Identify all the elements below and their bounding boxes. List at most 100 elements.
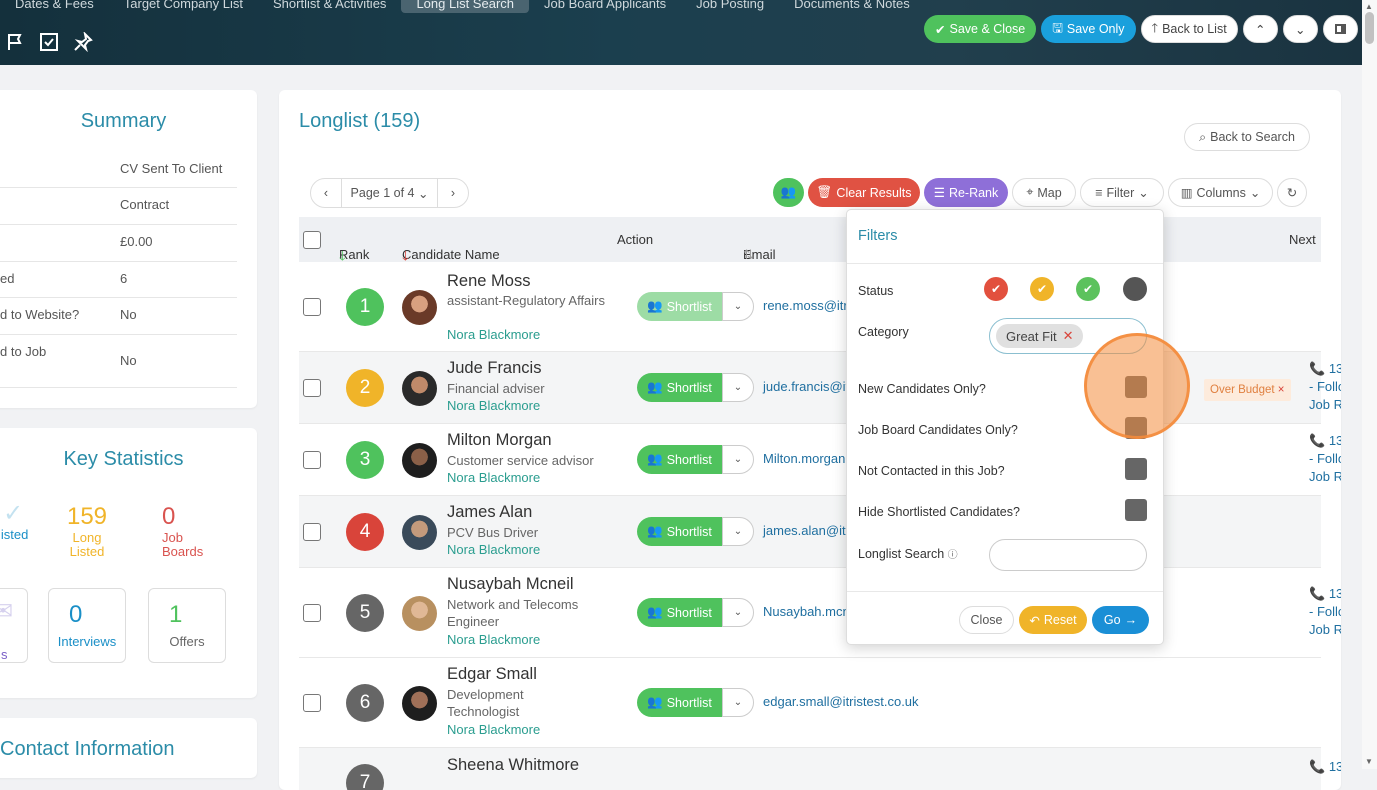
candidate-owner[interactable]: Nora Blackmore (447, 542, 540, 557)
tab-job-posting[interactable]: Job Posting (681, 0, 779, 13)
clear-results-button[interactable]: 🗑 Clear Results (808, 178, 920, 207)
longlist-search-input[interactable] (989, 539, 1147, 571)
scroll-thumb[interactable] (1365, 12, 1374, 44)
shortlist-dropdown[interactable]: ⌄ (722, 517, 754, 546)
shortlist-button[interactable]: 👥 Shortlist (637, 373, 722, 402)
select-all-checkbox[interactable] (303, 231, 321, 249)
save-close-button[interactable]: ✔ Save & Close (924, 15, 1037, 43)
table-row[interactable]: 1 Rene Moss assistant-Regulatory Affairs… (299, 262, 1321, 352)
remove-tag-icon[interactable]: × (1278, 384, 1285, 396)
scroll-down-arrow[interactable]: ▼ (1365, 757, 1373, 766)
back-to-list-button[interactable]: 🡑 Back to List (1140, 15, 1238, 43)
status-green-toggle[interactable]: ✔ (1076, 277, 1100, 301)
shortlist-button[interactable]: 👥 Shortlist (637, 517, 722, 546)
shortlist-dropdown[interactable]: ⌄ (722, 373, 754, 402)
shortlist-button[interactable]: 👥 Shortlist (637, 292, 722, 321)
shortlist-button[interactable]: 👥 Shortlist (637, 598, 722, 627)
save-only-button[interactable]: 🖫 Save Only (1041, 15, 1136, 43)
tab-dates-fees[interactable]: Dates & Fees (0, 0, 109, 13)
summary-value: No (120, 353, 137, 368)
stat-box-partial[interactable]: ✉ s (0, 588, 28, 663)
back-to-search-button[interactable]: ⌕ Back to Search (1184, 123, 1310, 151)
flag-icon[interactable] (4, 31, 26, 53)
users-icon: 👥 (647, 452, 663, 466)
shortlist-dropdown[interactable]: ⌄ (722, 292, 754, 321)
tab-documents-notes[interactable]: Documents & Notes (779, 0, 925, 13)
candidate-owner[interactable]: Nora Blackmore (447, 327, 540, 342)
tab-job-board-applicants[interactable]: Job Board Applicants (529, 0, 681, 13)
row-checkbox[interactable] (303, 298, 321, 316)
candidate-owner[interactable]: Nora Blackmore (447, 632, 540, 647)
go-button[interactable]: Go → (1092, 606, 1149, 634)
next-record-button[interactable]: ⌄ (1282, 15, 1318, 43)
page-select[interactable]: Page 1 of 4 ⌄ (341, 179, 438, 207)
shortlist-dropdown[interactable]: ⌄ (722, 688, 754, 717)
next-page-button[interactable]: › (438, 179, 468, 207)
tab-target-company-list[interactable]: Target Company List (109, 0, 258, 13)
candidate-name[interactable]: Edgar Small (447, 665, 537, 684)
panel-toggle-button[interactable] (1322, 15, 1358, 43)
row-checkbox[interactable] (303, 523, 321, 541)
re-rank-button[interactable]: ☰ Re-Rank (924, 178, 1008, 207)
re-rank-label: Re-Rank (948, 185, 999, 200)
stat-shortlisted[interactable]: ✓ listed (0, 500, 28, 542)
pin-icon[interactable] (72, 31, 94, 53)
columns-label: Columns (1196, 185, 1246, 200)
stat-job-boards[interactable]: 0 Job Boards (162, 503, 208, 559)
remove-chip-icon[interactable]: ✕ (1063, 328, 1074, 344)
table-row[interactable]: 6 Edgar Small Development Technologist N… (299, 658, 1321, 748)
prev-page-button[interactable]: ‹ (311, 179, 341, 207)
row-checkbox[interactable] (303, 694, 321, 712)
candidate-name[interactable]: Milton Morgan (447, 431, 552, 450)
tab-shortlist-activities[interactable]: Shortlist & Activities (258, 0, 401, 13)
refresh-button[interactable]: ↻ (1277, 178, 1307, 207)
close-button[interactable]: Close (959, 606, 1014, 634)
status-grey-toggle[interactable] (1123, 277, 1147, 301)
shortlist-button[interactable]: 👥 Shortlist (637, 445, 722, 474)
candidate-title: assistant-Regulatory Affairs (447, 293, 605, 308)
candidate-name[interactable]: Rene Moss (447, 272, 530, 291)
help-icon[interactable]: ⓘ (948, 550, 958, 561)
table-row[interactable]: 5 Nusaybah Mcneil Network and Telecoms E… (299, 568, 1341, 658)
candidate-owner[interactable]: Nora Blackmore (447, 398, 540, 413)
row-checkbox[interactable] (303, 379, 321, 397)
not-contacted-checkbox[interactable] (1125, 458, 1147, 480)
shortlist-dropdown[interactable]: ⌄ (722, 445, 754, 474)
filter-button[interactable]: ≡ Filter ⌄ (1080, 178, 1164, 207)
next-activity[interactable]: 📞 13 - Follo Job R (1309, 432, 1341, 486)
shortlist-selected-button[interactable]: 👥 (773, 178, 804, 207)
stat-interviews[interactable]: 0 Interviews (48, 588, 126, 663)
stat-long-listed[interactable]: 159 Long Listed (64, 503, 110, 559)
shortlist-button[interactable]: 👥 Shortlist (637, 688, 722, 717)
previous-record-button[interactable]: ⌃ (1242, 15, 1278, 43)
next-activity[interactable]: 📞 13 - Follo Job R (1309, 360, 1341, 414)
check-square-icon[interactable] (38, 31, 60, 53)
next-activity[interactable]: 📞 13 (1309, 758, 1341, 776)
row-checkbox[interactable] (303, 604, 321, 622)
job-boards-label-2: Boards (162, 544, 204, 559)
table-row[interactable]: 7 Sheena Whitmore 📞 13 (299, 748, 1341, 790)
candidate-owner[interactable]: Nora Blackmore (447, 722, 540, 737)
next-activity[interactable]: 📞 13 - Follo Job R (1309, 585, 1341, 639)
map-button[interactable]: ⌖ Map (1012, 178, 1076, 207)
reset-button[interactable]: ↶ Reset (1019, 606, 1087, 634)
table-row[interactable]: 3 Milton Morgan Customer service advisor… (299, 424, 1341, 496)
candidate-email[interactable]: edgar.small@itristest.co.uk (763, 694, 919, 709)
candidate-owner[interactable]: Nora Blackmore (447, 470, 540, 485)
candidate-name[interactable]: Jude Francis (447, 359, 541, 378)
click-highlight-marker (1084, 333, 1190, 439)
table-row[interactable]: 4 James Alan PCV Bus Driver Nora Blackmo… (299, 496, 1321, 568)
columns-button[interactable]: ▥ Columns ⌄ (1168, 178, 1273, 207)
tab-long-list-search[interactable]: Long List Search (401, 0, 530, 13)
status-amber-toggle[interactable]: ✔ (1030, 277, 1054, 301)
page-scrollbar[interactable]: ▲ ▼ (1362, 0, 1377, 769)
shortlist-dropdown[interactable]: ⌄ (722, 598, 754, 627)
hide-shortlisted-checkbox[interactable] (1125, 499, 1147, 521)
row-checkbox[interactable] (303, 451, 321, 469)
candidate-name[interactable]: Sheena Whitmore (447, 756, 579, 775)
status-red-toggle[interactable]: ✔ (984, 277, 1008, 301)
candidate-name[interactable]: James Alan (447, 503, 532, 522)
scroll-up-arrow[interactable]: ▲ (1365, 2, 1373, 11)
stat-offers[interactable]: 1 Offers (148, 588, 226, 663)
candidate-name[interactable]: Nusaybah Mcneil (447, 575, 574, 594)
